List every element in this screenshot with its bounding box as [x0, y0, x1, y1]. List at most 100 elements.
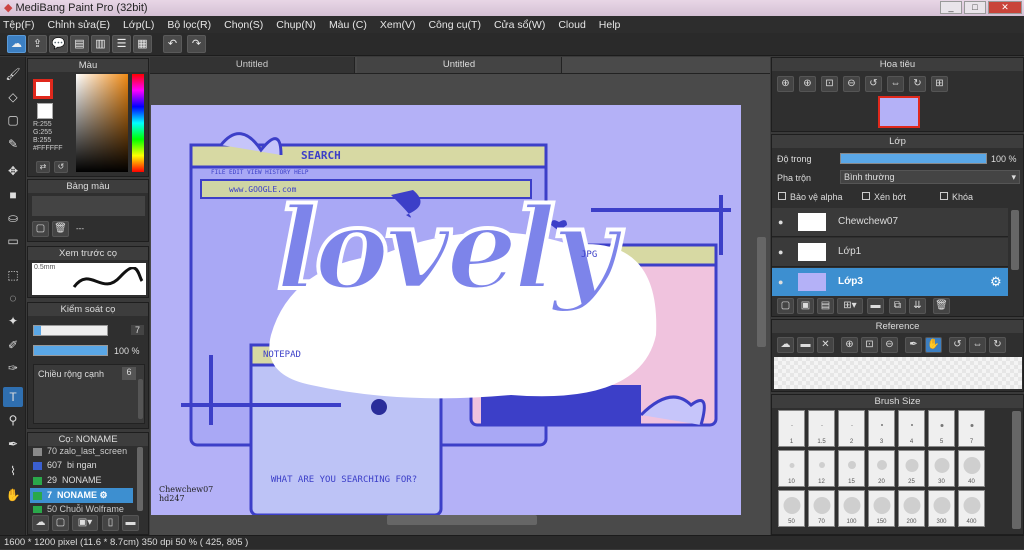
brush-size-cell[interactable]: 5: [928, 410, 955, 447]
delete-brush-icon[interactable]: ▯: [102, 515, 119, 531]
list-item[interactable]: 70 zalo_last_screen: [30, 445, 133, 458]
fill-rect-tool-icon[interactable]: ■: [3, 185, 23, 205]
document-icon[interactable]: ▥: [91, 35, 110, 53]
menu-tools[interactable]: Công cụ(T): [428, 19, 481, 31]
brush-options-scrollbar[interactable]: [138, 379, 143, 419]
minimize-button[interactable]: _: [940, 1, 962, 14]
gear-icon[interactable]: ⚙: [990, 274, 1002, 290]
primary-color-swatch[interactable]: [33, 79, 53, 99]
rotate-right-icon[interactable]: ↻: [909, 76, 926, 92]
pen-tool-icon[interactable]: ✎: [3, 134, 23, 154]
reference-rotate-left-icon[interactable]: ↺: [949, 337, 966, 353]
delete-palette-icon[interactable]: 🗑: [52, 221, 69, 237]
select-rect-icon[interactable]: ⬚: [3, 265, 23, 285]
duplicate-layer-icon[interactable]: ⧉: [889, 298, 906, 314]
redo-button[interactable]: ↷: [187, 35, 206, 53]
list-item[interactable]: 50 Chuỗi Wolframe: [30, 503, 133, 513]
protect-alpha-checkbox[interactable]: Bảo vệ alpha: [778, 192, 843, 202]
menu-cloud[interactable]: Cloud: [558, 19, 585, 31]
reference-close-icon[interactable]: ✕: [817, 337, 834, 353]
hue-slider[interactable]: [132, 74, 144, 172]
move-tool-icon[interactable]: ✥: [3, 161, 23, 181]
brush-size-cell[interactable]: 7: [958, 410, 985, 447]
chat-icon[interactable]: 💬: [49, 35, 68, 53]
layer-row[interactable]: ● Lớp3 ⚙: [772, 268, 1008, 296]
lock-checkbox[interactable]: Khóa: [940, 192, 973, 202]
brush-size-cell[interactable]: 30: [928, 450, 955, 487]
eraser-tool-icon[interactable]: ◇: [3, 87, 23, 107]
list-item[interactable]: 7 NONAME ⚙: [30, 488, 133, 503]
brush-size-cell[interactable]: 20: [868, 450, 895, 487]
delete-layer-icon[interactable]: 🗑: [933, 298, 950, 314]
merge-layer-icon[interactable]: ⇊: [909, 298, 926, 314]
blend-mode-select[interactable]: Bình thường ▾: [840, 170, 1020, 184]
menu-view[interactable]: Xem(V): [380, 19, 416, 31]
list-icon[interactable]: ☰: [112, 35, 131, 53]
brush-size-slider[interactable]: [33, 325, 108, 336]
reference-flip-icon[interactable]: ⇔: [969, 337, 986, 353]
magic-wand-icon[interactable]: ✦: [3, 311, 23, 331]
canvas-horizontal-scrollbar[interactable]: [387, 515, 537, 525]
brush-settings-icon[interactable]: ▣▾: [72, 515, 98, 531]
brush-size-cell[interactable]: 100: [838, 490, 865, 527]
menu-color[interactable]: Màu (C): [329, 19, 367, 31]
maximize-button[interactable]: □: [964, 1, 986, 14]
layer-folder-icon[interactable]: ▬: [867, 298, 884, 314]
brush-size-cell[interactable]: 300: [928, 490, 955, 527]
list-item[interactable]: 29 NONAME: [30, 473, 133, 488]
text-tool-icon[interactable]: T: [3, 387, 23, 407]
grid-icon[interactable]: ▦: [133, 35, 152, 53]
select-pen-icon[interactable]: ✐: [3, 335, 23, 355]
lasso-icon[interactable]: ◌: [3, 288, 23, 308]
layer-opacity-slider[interactable]: [840, 153, 987, 164]
eye-icon[interactable]: ●: [778, 247, 783, 257]
menu-file[interactable]: Tệp(F): [3, 19, 35, 31]
reference-zoom-in-icon[interactable]: ⊕: [841, 337, 858, 353]
add-layer-dropdown-icon[interactable]: ⊞▾: [837, 298, 863, 314]
rectangle-tool-icon[interactable]: ▢: [3, 110, 23, 130]
layer-row[interactable]: ● Chewchew07: [772, 208, 1008, 237]
brush-opacity-slider[interactable]: [33, 345, 108, 356]
brush-size-cell[interactable]: 150: [868, 490, 895, 527]
reference-canvas[interactable]: [774, 357, 1022, 389]
menu-window[interactable]: Cửa sổ(W): [494, 19, 545, 31]
menu-snap[interactable]: Chụp(N): [276, 19, 316, 31]
actual-size-icon[interactable]: ⊖: [843, 76, 860, 92]
brush-size-cell[interactable]: 12: [808, 450, 835, 487]
menu-edit[interactable]: Chỉnh sửa(E): [48, 19, 110, 31]
menu-filter[interactable]: Bộ lọc(R): [167, 19, 211, 31]
tab-untitled-2[interactable]: Untitled: [357, 57, 562, 73]
menu-select[interactable]: Chọn(S): [224, 19, 263, 31]
folder-icon[interactable]: ▬: [122, 515, 139, 531]
brush-size-cell[interactable]: 4: [898, 410, 925, 447]
brush-size-cell[interactable]: 40: [958, 450, 985, 487]
brush-size-cell[interactable]: 25: [898, 450, 925, 487]
add-brush-icon[interactable]: ☁: [32, 515, 49, 531]
add-palette-icon[interactable]: ▢: [32, 221, 49, 237]
reference-eyedropper-icon[interactable]: ✒: [905, 337, 922, 353]
new-halftone-layer-icon[interactable]: ▣: [797, 298, 814, 314]
reference-zoom-out-icon[interactable]: ⊖: [881, 337, 898, 353]
brush-tool-icon[interactable]: 🖌: [3, 64, 23, 84]
close-button[interactable]: ✕: [988, 1, 1022, 14]
reset-view-icon[interactable]: ⊞: [931, 76, 948, 92]
eyedropper-icon[interactable]: ✒: [3, 434, 23, 454]
brush-size-cell[interactable]: 10: [778, 450, 805, 487]
cloud-icon[interactable]: ☁: [7, 35, 26, 53]
brush-size-cell[interactable]: 1.5: [808, 410, 835, 447]
zoom-in-icon[interactable]: ⊕: [777, 76, 794, 92]
artwork-canvas[interactable]: lovely SEARCH FILE EDIT VIEW HISTORY HEL…: [151, 105, 741, 515]
brush-size-cell[interactable]: 1: [778, 410, 805, 447]
reference-open-icon[interactable]: ▬: [797, 337, 814, 353]
reset-color-icon[interactable]: ↺: [54, 161, 68, 173]
select-eraser-icon[interactable]: ✑: [3, 358, 23, 378]
gradient-tool-icon[interactable]: ▭: [3, 231, 23, 251]
clipping-checkbox[interactable]: Xén bớt: [862, 192, 906, 202]
layer-list-scrollbar[interactable]: [1011, 210, 1019, 270]
comment-icon[interactable]: ▤: [70, 35, 89, 53]
menu-layer[interactable]: Lớp(L): [123, 19, 154, 31]
list-item[interactable]: 607 bi ngan: [30, 458, 133, 473]
swap-color-icon[interactable]: ⇄: [36, 161, 50, 173]
new-brush-icon[interactable]: ▢: [52, 515, 69, 531]
reference-fit-icon[interactable]: ⊡: [861, 337, 878, 353]
